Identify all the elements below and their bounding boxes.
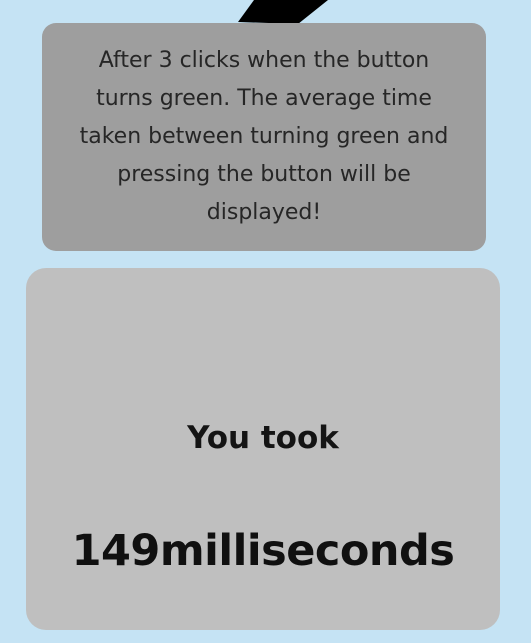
reaction-test-screen: After 3 clicks when the button turns gre…: [0, 0, 531, 643]
instructions-card: After 3 clicks when the button turns gre…: [42, 23, 486, 251]
result-label: You took: [187, 420, 339, 456]
result-card: You took 149milliseconds: [26, 268, 500, 630]
reaction-time-value: 149milliseconds: [71, 526, 455, 576]
instructions-text: After 3 clicks when the button turns gre…: [79, 48, 449, 225]
